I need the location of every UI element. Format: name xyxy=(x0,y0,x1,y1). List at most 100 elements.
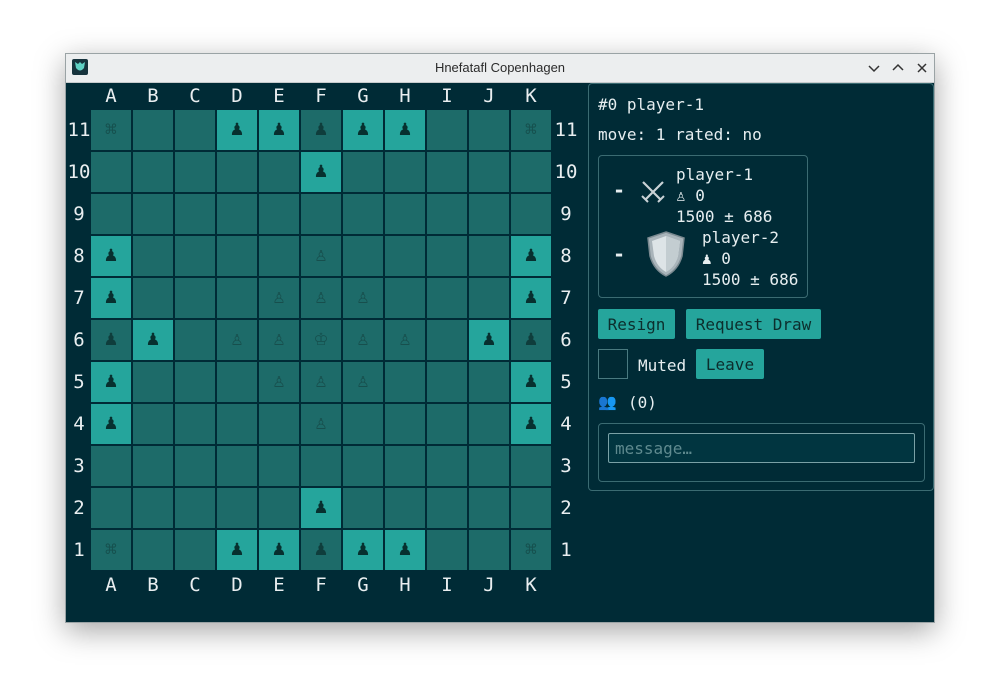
board-square[interactable] xyxy=(343,194,383,234)
board-square[interactable] xyxy=(133,362,173,402)
board-square[interactable] xyxy=(217,362,257,402)
board-square[interactable] xyxy=(469,110,509,150)
board-square[interactable] xyxy=(133,236,173,276)
attacker-piece[interactable]: ♟ xyxy=(511,236,551,276)
board-square[interactable] xyxy=(175,446,215,486)
defender-piece[interactable]: ♙ xyxy=(259,320,299,360)
board-square[interactable] xyxy=(175,488,215,528)
board-square[interactable] xyxy=(343,488,383,528)
board-square[interactable] xyxy=(427,110,467,150)
board-square[interactable] xyxy=(91,194,131,234)
defender-piece[interactable]: ♙ xyxy=(259,362,299,402)
board-square[interactable] xyxy=(259,446,299,486)
attacker-piece[interactable]: ♟ xyxy=(343,530,383,570)
attacker-piece[interactable]: ♟ xyxy=(91,236,131,276)
close-button[interactable] xyxy=(912,58,932,78)
board-square[interactable] xyxy=(427,152,467,192)
board-square[interactable] xyxy=(133,110,173,150)
board-square[interactable] xyxy=(385,446,425,486)
defender-piece[interactable]: ♙ xyxy=(301,362,341,402)
maximize-button[interactable] xyxy=(888,58,908,78)
board-square[interactable] xyxy=(217,404,257,444)
board-square[interactable] xyxy=(259,152,299,192)
attacker-piece[interactable]: ♟ xyxy=(91,320,131,360)
board-square[interactable] xyxy=(469,236,509,276)
message-input[interactable] xyxy=(608,433,915,463)
attacker-piece[interactable]: ♟ xyxy=(511,320,551,360)
board-square[interactable] xyxy=(91,446,131,486)
attacker-piece[interactable]: ♟ xyxy=(385,110,425,150)
board-square[interactable] xyxy=(217,194,257,234)
board-square[interactable] xyxy=(175,530,215,570)
defender-piece[interactable]: ♙ xyxy=(301,404,341,444)
board-square[interactable] xyxy=(301,446,341,486)
board-square[interactable] xyxy=(427,446,467,486)
attacker-piece[interactable]: ♟ xyxy=(301,110,341,150)
attacker-piece[interactable]: ♟ xyxy=(301,530,341,570)
defender-piece[interactable]: ♙ xyxy=(217,320,257,360)
attacker-piece[interactable]: ♟ xyxy=(301,488,341,528)
board-square[interactable] xyxy=(133,446,173,486)
resign-button[interactable]: Resign xyxy=(598,309,675,339)
board-square[interactable] xyxy=(343,152,383,192)
board-square[interactable] xyxy=(175,194,215,234)
defender-piece[interactable]: ♙ xyxy=(385,320,425,360)
attacker-piece[interactable]: ♟ xyxy=(385,530,425,570)
board-square[interactable] xyxy=(469,488,509,528)
defender-piece[interactable]: ♙ xyxy=(343,320,383,360)
board-square[interactable] xyxy=(385,236,425,276)
corner-square[interactable]: ⌘ xyxy=(511,110,551,150)
defender-piece[interactable]: ♙ xyxy=(301,236,341,276)
attacker-piece[interactable]: ♟ xyxy=(217,110,257,150)
defender-piece[interactable]: ♙ xyxy=(301,278,341,318)
minimize-button[interactable] xyxy=(864,58,884,78)
board-square[interactable] xyxy=(343,446,383,486)
board-square[interactable] xyxy=(469,404,509,444)
attacker-piece[interactable]: ♟ xyxy=(511,362,551,402)
attacker-piece[interactable]: ♟ xyxy=(91,278,131,318)
board-square[interactable] xyxy=(343,404,383,444)
board-square[interactable] xyxy=(217,446,257,486)
board-square[interactable] xyxy=(469,194,509,234)
board-square[interactable] xyxy=(175,110,215,150)
attacker-piece[interactable]: ♟ xyxy=(259,530,299,570)
board-square[interactable] xyxy=(385,488,425,528)
board-square[interactable] xyxy=(133,194,173,234)
board-square[interactable] xyxy=(385,278,425,318)
board-square[interactable] xyxy=(91,152,131,192)
corner-square[interactable]: ⌘ xyxy=(511,530,551,570)
defender-piece[interactable]: ♙ xyxy=(343,278,383,318)
board-square[interactable] xyxy=(259,236,299,276)
board-square[interactable] xyxy=(259,488,299,528)
board-square[interactable] xyxy=(175,362,215,402)
board-square[interactable] xyxy=(133,278,173,318)
board-square[interactable] xyxy=(133,404,173,444)
king-piece[interactable]: ♔ xyxy=(301,320,341,360)
board-square[interactable] xyxy=(91,488,131,528)
board-square[interactable] xyxy=(427,404,467,444)
board-square[interactable] xyxy=(469,152,509,192)
attacker-piece[interactable]: ♟ xyxy=(511,278,551,318)
board-square[interactable] xyxy=(427,194,467,234)
board-square[interactable] xyxy=(133,530,173,570)
board-square[interactable] xyxy=(133,488,173,528)
board-square[interactable] xyxy=(259,404,299,444)
attacker-piece[interactable]: ♟ xyxy=(301,152,341,192)
corner-square[interactable]: ⌘ xyxy=(91,110,131,150)
board-square[interactable] xyxy=(427,362,467,402)
board-square[interactable] xyxy=(175,320,215,360)
board-square[interactable] xyxy=(175,404,215,444)
board-square[interactable] xyxy=(511,194,551,234)
board-square[interactable] xyxy=(343,236,383,276)
board-square[interactable] xyxy=(427,320,467,360)
attacker-piece[interactable]: ♟ xyxy=(259,110,299,150)
board-square[interactable] xyxy=(511,446,551,486)
board-square[interactable] xyxy=(385,152,425,192)
board-square[interactable] xyxy=(427,488,467,528)
board-square[interactable] xyxy=(175,236,215,276)
board-square[interactable] xyxy=(385,362,425,402)
board-square[interactable] xyxy=(217,152,257,192)
leave-button[interactable]: Leave xyxy=(696,349,764,379)
attacker-piece[interactable]: ♟ xyxy=(217,530,257,570)
board-square[interactable] xyxy=(301,194,341,234)
